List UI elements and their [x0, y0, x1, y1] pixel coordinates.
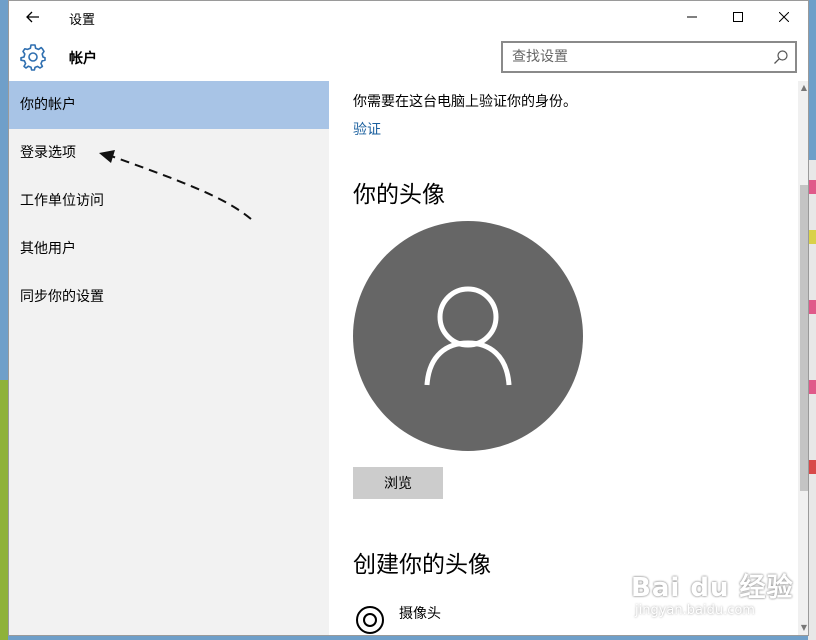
verify-link[interactable]: 验证: [353, 119, 381, 139]
watermark: Bai du 经验 jingyan.baidu.com: [631, 567, 808, 627]
watermark-url: jingyan.baidu.com: [635, 603, 755, 618]
main-content: 你需要在这台电脑上验证你的身份。 验证 你的头像 浏览 创建你的头像 摄像头: [329, 81, 798, 635]
minimize-button[interactable]: [669, 1, 715, 33]
search-icon[interactable]: [773, 49, 789, 65]
back-arrow-icon: [26, 11, 39, 23]
watermark-logo: Bai du 经验: [631, 573, 794, 603]
avatar: [353, 221, 583, 451]
sidebar-item-label: 登录选项: [20, 145, 76, 161]
settings-window: 设置 帐户 你的帐户 登录: [8, 0, 809, 636]
sidebar-item-label: 同步你的设置: [20, 289, 104, 305]
sidebar-nav: 你的帐户 登录选项 工作单位访问 其他用户 同步你的设置: [9, 81, 329, 635]
maximize-icon: [733, 12, 743, 22]
camera-option[interactable]: 摄像头: [353, 599, 553, 635]
camera-label: 摄像头: [399, 606, 441, 622]
sidebar-item-other-users[interactable]: 其他用户: [9, 225, 329, 273]
scroll-thumb[interactable]: [800, 185, 808, 491]
desktop-background-right: [808, 160, 816, 640]
verify-message: 你需要在这台电脑上验证你的身份。: [353, 94, 577, 110]
camera-icon: [356, 606, 384, 634]
search-input[interactable]: [503, 43, 763, 71]
title-bar: 设置: [9, 1, 808, 33]
annotation-arrow: [99, 150, 252, 220]
page-header: 帐户: [9, 33, 808, 81]
gear-icon: [20, 44, 46, 71]
sidebar-item-label: 其他用户: [20, 241, 76, 257]
browse-button[interactable]: 浏览: [353, 467, 443, 499]
search-box[interactable]: [501, 41, 797, 73]
create-avatar-heading: 创建你的头像: [353, 552, 491, 578]
avatar-heading: 你的头像: [353, 182, 445, 208]
scrollbar[interactable]: ▲ ▼: [798, 81, 808, 635]
sidebar-item-your-account[interactable]: 你的帐户: [9, 81, 329, 129]
back-button[interactable]: [19, 5, 47, 29]
page-title: 帐户: [69, 51, 97, 67]
desktop-background-left: [0, 380, 8, 640]
maximize-button[interactable]: [715, 1, 761, 33]
close-icon: [779, 12, 789, 22]
sidebar-item-label: 你的帐户: [20, 97, 76, 113]
sidebar-item-sync-settings[interactable]: 同步你的设置: [9, 273, 329, 321]
minimize-icon: [687, 16, 697, 18]
user-icon: [424, 286, 512, 386]
close-button[interactable]: [761, 1, 807, 33]
window-title: 设置: [69, 13, 96, 28]
scroll-up-icon[interactable]: ▲: [800, 83, 808, 93]
